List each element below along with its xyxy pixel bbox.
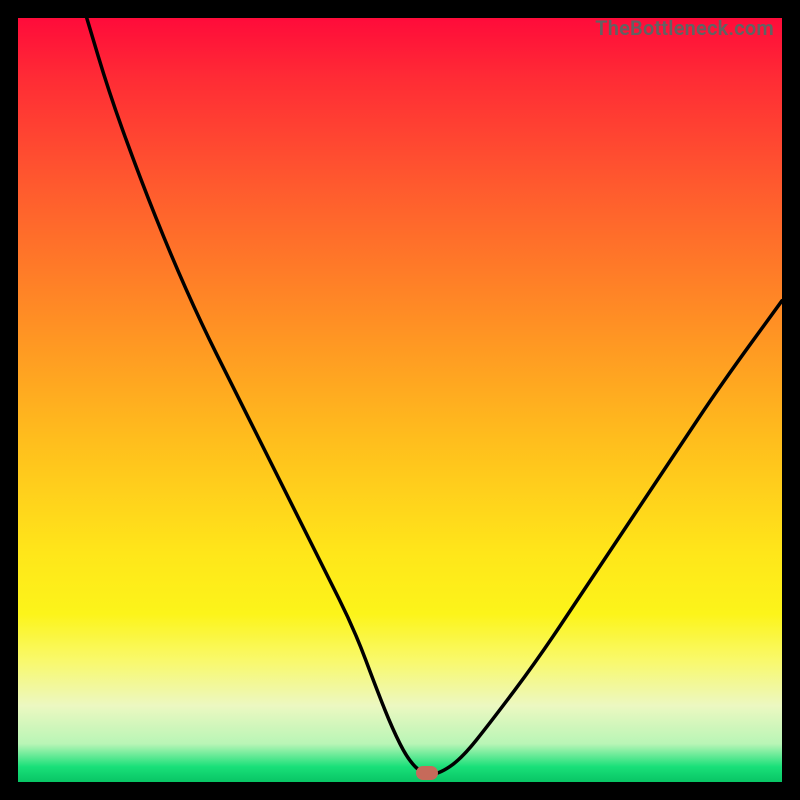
chart-plot-area: TheBottleneck.com: [18, 18, 782, 782]
optimum-marker: [416, 766, 438, 780]
bottleneck-curve-path: [87, 18, 782, 774]
bottleneck-curve: [18, 18, 782, 782]
chart-frame: TheBottleneck.com: [0, 0, 800, 800]
